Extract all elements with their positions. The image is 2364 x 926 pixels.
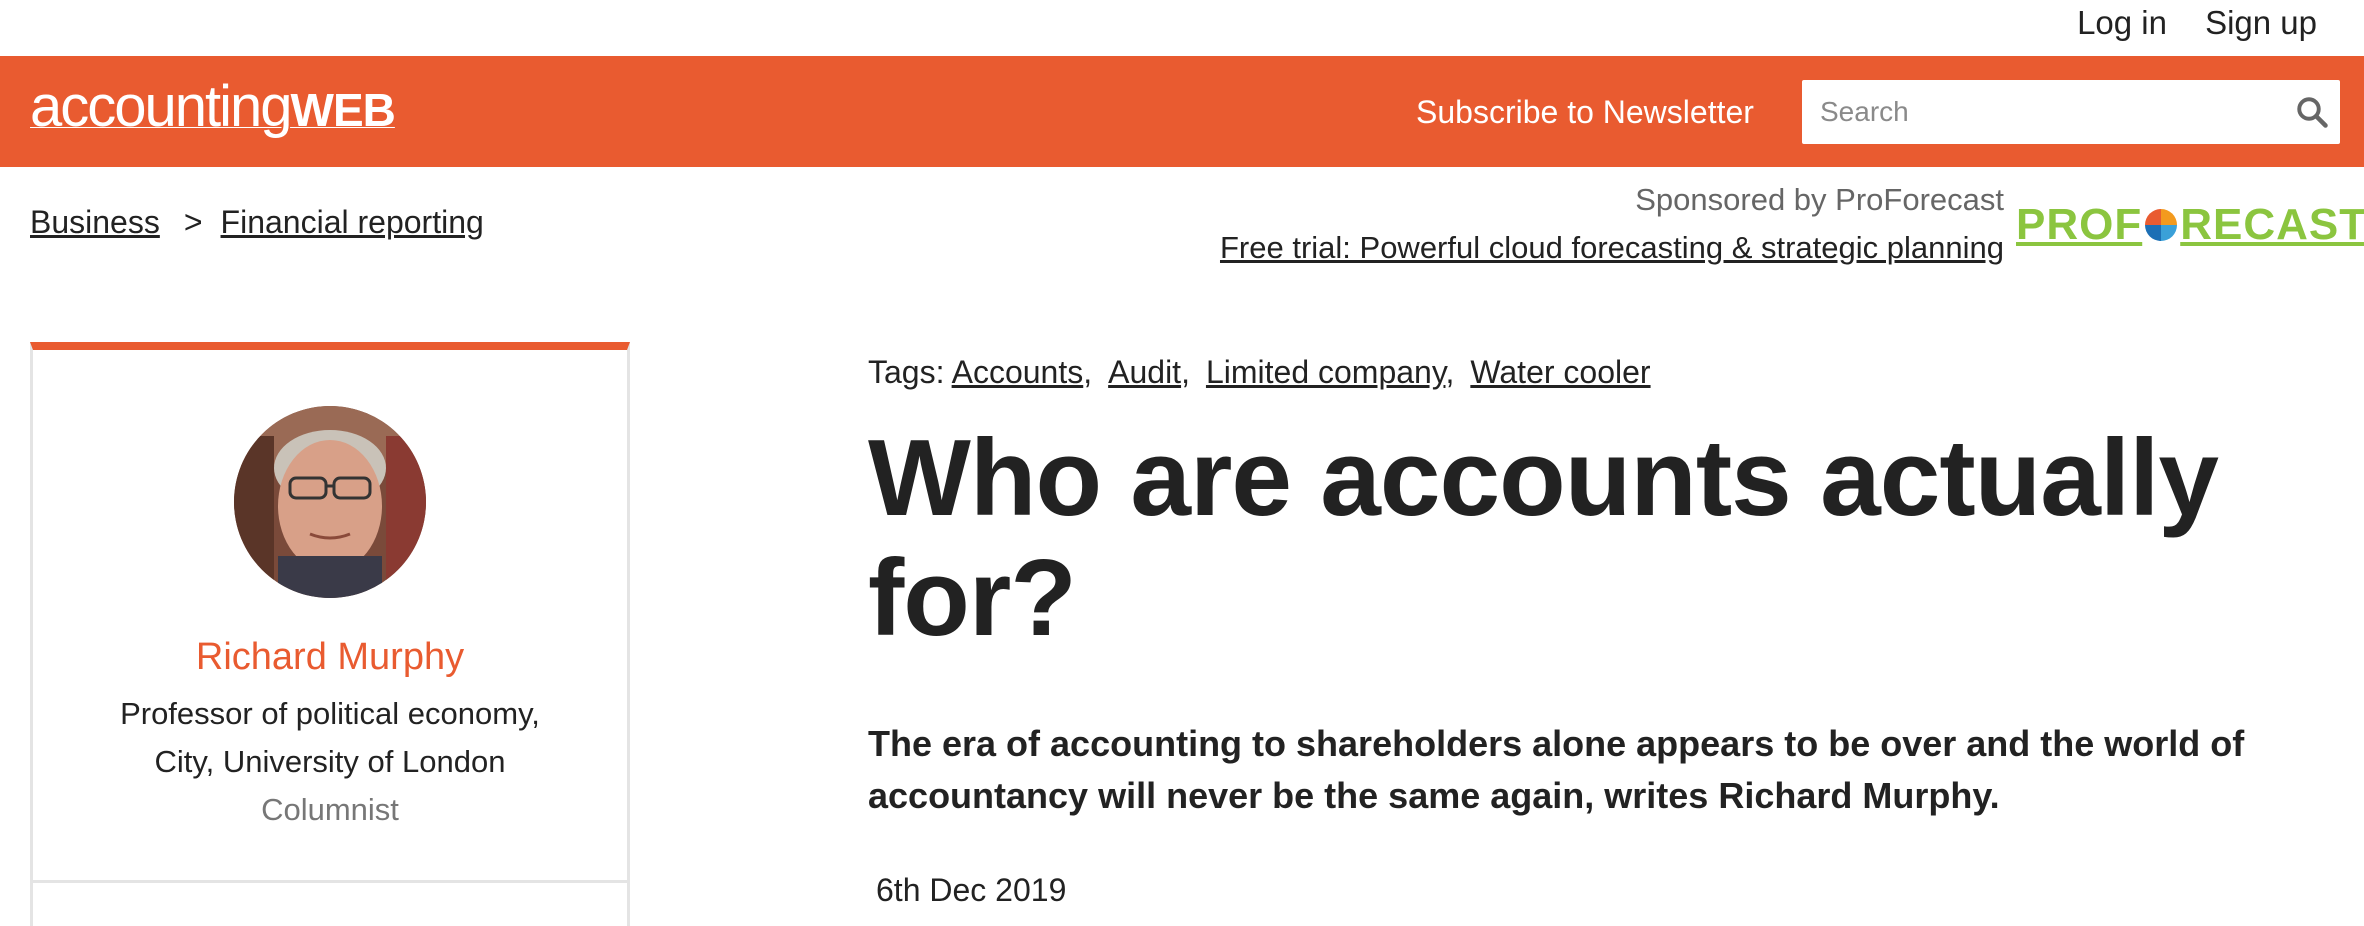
site-header: accountingWEB Subscribe to Newsletter: [0, 56, 2364, 167]
logo-text-web: WEB: [290, 84, 396, 136]
tag-separator: ,: [1445, 354, 1455, 390]
search-input[interactable]: [1802, 80, 2272, 144]
tag-separator: ,: [1181, 354, 1190, 390]
author-name[interactable]: Richard Murphy: [33, 636, 627, 679]
logo-text-accounting: accounting: [30, 74, 293, 139]
top-utility-bar: Log in Sign up: [0, 0, 2364, 56]
author-avatar[interactable]: [234, 406, 426, 598]
tag-separator: ,: [1083, 354, 1093, 390]
author-role-line-1: Professor of political economy,: [33, 696, 627, 732]
article-tags: Tags: Accounts, Audit, Limited company, Wat…: [868, 354, 1651, 391]
breadcrumb-business[interactable]: Business: [30, 204, 160, 240]
author-role-line-1-text: Professor of political economy: [120, 696, 532, 731]
article-standfirst: The era of accounting to shareholders al…: [868, 723, 2245, 816]
search-box: [1802, 80, 2340, 144]
author-role-line-1-comma: ,: [531, 696, 540, 731]
sponsor-logo-text-1: PROF: [2016, 200, 2143, 249]
proforecast-o-icon: [2145, 209, 2178, 241]
subscribe-newsletter-link[interactable]: Subscribe to Newsletter: [1416, 94, 1754, 131]
author-type: Columnist: [261, 792, 399, 827]
article-title: Who are accounts actually for?: [868, 417, 2219, 659]
author-role-line-2: City, University of London: [154, 744, 506, 779]
tag-accounts[interactable]: Accounts: [952, 354, 1084, 390]
search-icon[interactable]: [2294, 94, 2330, 130]
author-card-divider: [33, 880, 627, 883]
breadcrumb-separator: >: [183, 204, 203, 240]
tag-water-cooler[interactable]: Water cooler: [1470, 354, 1650, 390]
breadcrumb: Business > Financial reporting: [30, 204, 484, 241]
sponsor-logo-text-2: RECAST: [2180, 200, 2364, 249]
sponsored-by-text: Sponsored by ProForecast: [1635, 182, 2004, 217]
login-link[interactable]: Log in: [2077, 4, 2167, 42]
proforecast-logo[interactable]: PROF RECAST: [2016, 200, 2364, 250]
author-photo-icon: [234, 406, 426, 598]
article-date: 6th Dec 2019: [876, 872, 1067, 908]
signup-link[interactable]: Sign up: [2205, 4, 2317, 42]
sponsor-free-trial-link[interactable]: Free trial: Powerful cloud forecasting &…: [1220, 230, 2004, 266]
site-logo[interactable]: accountingWEB: [30, 78, 396, 136]
breadcrumb-financial-reporting[interactable]: Financial reporting: [221, 204, 484, 240]
tag-limited-company[interactable]: Limited company: [1206, 354, 1446, 390]
author-card: Richard Murphy Professor of political ec…: [30, 342, 630, 926]
tags-label: Tags:: [868, 354, 945, 390]
tag-audit[interactable]: Audit: [1108, 354, 1181, 390]
